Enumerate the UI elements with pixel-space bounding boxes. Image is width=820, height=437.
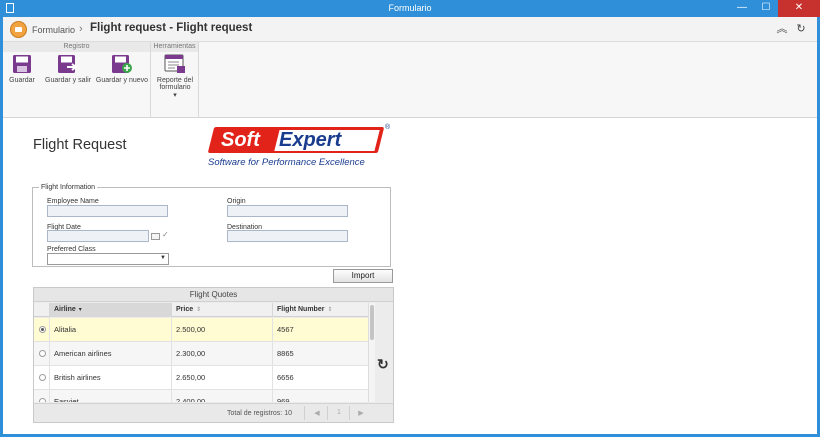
- table-row[interactable]: American airlines 2.300,00 8865: [34, 342, 368, 366]
- pager-divider: [327, 406, 328, 420]
- ribbon-divider: [150, 42, 151, 118]
- row-radio[interactable]: [39, 374, 46, 381]
- import-button[interactable]: Import: [333, 269, 393, 283]
- softexpert-logo: Soft Expert ® Software for Performance E…: [207, 124, 391, 177]
- form-report-button[interactable]: Reporte del formulario ▾: [153, 54, 197, 99]
- row-radio[interactable]: [39, 398, 46, 402]
- scrollbar-thumb[interactable]: [370, 305, 374, 340]
- calendar-icon[interactable]: [151, 233, 160, 240]
- grid-footer: Total de registros: 10 ◀ 1 ▶: [34, 403, 393, 422]
- column-header-flight-number[interactable]: Flight Number ⇕: [273, 303, 368, 317]
- section-title: Flight Information: [39, 184, 98, 191]
- report-label-line2: formulario: [159, 84, 191, 91]
- report-label-line1: Reporte del: [156, 77, 194, 84]
- form-title: Flight Request: [33, 137, 127, 153]
- breadcrumb-separator-icon: ›: [79, 23, 83, 35]
- maximize-button[interactable]: ☐: [754, 0, 778, 17]
- prev-page-icon[interactable]: ◀: [311, 409, 323, 417]
- page-title: Flight request - Flight request: [90, 22, 253, 34]
- save-icon: [13, 55, 31, 73]
- minimize-button[interactable]: —: [730, 0, 754, 17]
- flight-date-field[interactable]: [47, 230, 149, 242]
- collapse-icon[interactable]: ︽: [775, 22, 789, 36]
- save-button[interactable]: Guardar: [7, 54, 37, 84]
- sort-icon: ⇕: [327, 307, 333, 313]
- destination-field[interactable]: [227, 230, 348, 242]
- origin-field[interactable]: [227, 205, 348, 217]
- row-radio[interactable]: [39, 350, 46, 357]
- save-label: Guardar: [9, 77, 35, 84]
- app-frame: Formulario › Flight request - Flight req…: [3, 17, 817, 434]
- save-exit-icon: [58, 55, 78, 73]
- cell-price: 2.400,00: [172, 390, 273, 402]
- table-row[interactable]: Easyjet 2.400,00 969: [34, 390, 368, 402]
- cell-flight-number: 969: [277, 397, 290, 402]
- ribbon-toolbar: Registro Herramientas Guardar Guardar y …: [3, 42, 817, 118]
- brand-registered-mark: ®: [385, 124, 391, 131]
- cell-airline: American airlines: [50, 342, 172, 366]
- grid-header: Airline ▾ Price ⇕ Flight Number ⇕: [34, 303, 368, 317]
- pager-divider: [349, 406, 350, 420]
- cell-flight-number: 6656: [277, 373, 294, 382]
- sort-desc-icon: ▾: [78, 307, 82, 313]
- cell-airline: British airlines: [50, 366, 172, 390]
- column-header-price[interactable]: Price ⇕: [172, 303, 273, 317]
- group-label-herramientas: Herramientas: [151, 42, 198, 52]
- clear-date-icon[interactable]: ✓: [162, 230, 169, 239]
- save-new-icon: [112, 55, 132, 73]
- report-icon: [164, 54, 185, 73]
- employee-name-field[interactable]: [47, 205, 168, 217]
- cell-airline: Easyjet: [50, 390, 172, 402]
- form-canvas: Flight Request Soft Expert ® Software fo…: [3, 119, 817, 434]
- breadcrumb[interactable]: Formulario: [32, 25, 75, 35]
- pager-divider: [304, 406, 305, 420]
- table-row[interactable]: British airlines 2.650,00 6656: [34, 366, 368, 390]
- save-exit-label: Guardar y salir: [45, 77, 91, 84]
- grid-title: Flight Quotes: [34, 288, 393, 302]
- ribbon-divider: [198, 42, 199, 118]
- window-title: Formulario: [388, 3, 432, 13]
- cell-price: 2.500,00: [172, 318, 273, 342]
- employee-name-label: Employee Name: [47, 198, 99, 205]
- column-header-airline[interactable]: Airline ▾: [50, 303, 172, 317]
- flight-quotes-grid: Flight Quotes Airline ▾ Price ⇕ Flight Num…: [33, 287, 394, 423]
- save-and-new-button[interactable]: Guardar y nuevo: [95, 54, 149, 84]
- brand-expert: Expert: [279, 129, 342, 151]
- select-column-header: [34, 303, 50, 317]
- group-label-registro: Registro: [3, 42, 150, 52]
- cell-price: 2.650,00: [172, 366, 273, 390]
- save-new-label: Guardar y nuevo: [95, 77, 149, 84]
- grid-refresh-icon[interactable]: ↻: [377, 356, 389, 373]
- table-row[interactable]: Alitalia 2.500,00 4567: [34, 318, 368, 342]
- save-and-exit-button[interactable]: Guardar y salir: [41, 54, 95, 84]
- sort-icon: ⇕: [196, 307, 202, 313]
- preferred-class-select[interactable]: ▼: [47, 253, 169, 265]
- cell-airline: Alitalia: [50, 318, 172, 342]
- grid-body: Alitalia 2.500,00 4567 American airlines…: [34, 318, 368, 402]
- cell-flight-number: 8865: [277, 349, 294, 358]
- preferred-class-label: Preferred Class: [47, 246, 96, 253]
- refresh-icon[interactable]: ↻: [794, 22, 808, 36]
- row-radio[interactable]: [39, 326, 46, 333]
- dropdown-arrow-icon[interactable]: ▾: [173, 92, 177, 99]
- close-button[interactable]: ✕: [778, 0, 820, 17]
- brand-tagline: Software for Performance Excellence: [208, 157, 365, 168]
- page-number[interactable]: 1: [333, 409, 345, 416]
- window-titlebar: Formulario — ☐ ✕: [0, 0, 820, 17]
- origin-label: Origin: [227, 198, 246, 205]
- form-module-icon: [10, 21, 27, 38]
- chevron-down-icon: ▼: [160, 255, 166, 261]
- grid-scrollbar[interactable]: [368, 303, 375, 402]
- brand-soft: Soft: [221, 129, 260, 151]
- cell-price: 2.300,00: [172, 342, 273, 366]
- cell-flight-number: 4567: [277, 325, 294, 334]
- page-header: Formulario › Flight request - Flight req…: [3, 17, 817, 42]
- total-records: Total de registros: 10: [227, 410, 292, 417]
- next-page-icon[interactable]: ▶: [355, 409, 367, 417]
